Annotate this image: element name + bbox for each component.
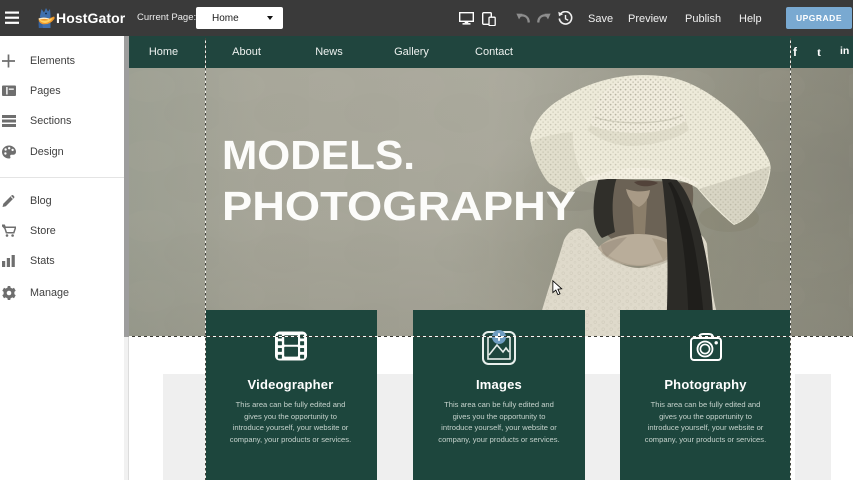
svg-text:PHOTOGRAPHY: PHOTOGRAPHY	[222, 183, 576, 229]
svg-text:MODELS.: MODELS.	[222, 132, 415, 178]
